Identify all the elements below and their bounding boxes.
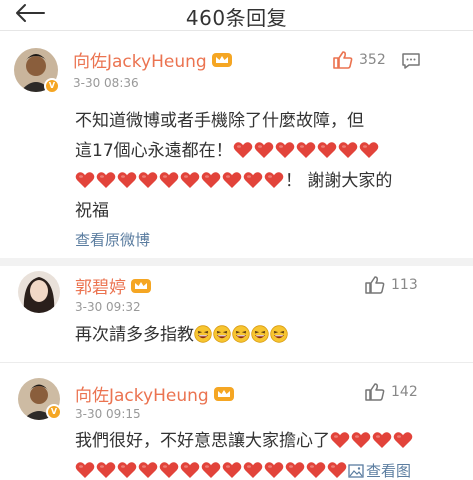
comment-text-part: 我們很好，不好意思讓大家擔心了 bbox=[75, 431, 330, 451]
like-count: 352 bbox=[359, 52, 386, 68]
comment-line: 再次請多多指教 bbox=[75, 320, 465, 350]
commenter-name[interactable]: 向佐JackyHeung bbox=[73, 47, 207, 72]
comment-text-part: ！ 謝謝大家的 bbox=[285, 171, 393, 191]
crown-icon bbox=[211, 52, 232, 67]
heart-emoji bbox=[338, 142, 357, 158]
comment-text: 再次請多多指教 bbox=[75, 320, 465, 350]
page-title: 460条回复 bbox=[185, 6, 288, 30]
heart-emoji bbox=[306, 462, 326, 478]
heart-emoji bbox=[75, 172, 95, 188]
comment-line: 查看图 bbox=[75, 456, 470, 480]
commenter-name[interactable]: 向佐JackyHeung bbox=[75, 381, 209, 406]
message-icon[interactable] bbox=[401, 52, 421, 70]
comment-time: 3-30 09:32 bbox=[75, 300, 141, 314]
heart-emoji bbox=[393, 432, 413, 448]
heart-emoji-group bbox=[75, 171, 285, 191]
heart-emoji bbox=[330, 432, 350, 448]
laughing-emoji bbox=[270, 325, 288, 343]
avatar[interactable] bbox=[18, 271, 60, 313]
like-count: 142 bbox=[391, 384, 418, 400]
comment-line: 不知道微博或者手機除了什麼故障，但 bbox=[75, 111, 364, 131]
heart-emoji bbox=[233, 142, 252, 158]
heart-emoji bbox=[180, 462, 200, 478]
heart-emoji bbox=[317, 142, 336, 158]
heart-emoji bbox=[180, 172, 200, 188]
comment-text: 不知道微博或者手機除了什麼故障，但 這17個心永遠都在！ ！ 謝謝大家的 祝福 bbox=[75, 106, 465, 226]
laughing-emoji bbox=[194, 325, 212, 343]
heart-emoji bbox=[138, 172, 158, 188]
image-icon bbox=[348, 464, 364, 478]
heart-emoji bbox=[243, 172, 263, 188]
thumbs-up-icon bbox=[333, 51, 353, 69]
view-image-link[interactable]: 查看图 bbox=[348, 461, 411, 480]
heart-emoji bbox=[201, 462, 221, 478]
heart-emoji bbox=[117, 462, 137, 478]
heart-emoji bbox=[96, 172, 116, 188]
heart-emoji bbox=[359, 142, 378, 158]
like-button[interactable]: 352 bbox=[333, 51, 386, 69]
view-image-label: 查看图 bbox=[366, 462, 412, 480]
top-bar: 460条回复 bbox=[0, 0, 473, 30]
laughing-emoji bbox=[251, 325, 269, 343]
heart-emoji bbox=[138, 462, 158, 478]
section-divider bbox=[0, 362, 473, 363]
like-button[interactable]: 113 bbox=[365, 276, 418, 294]
thumbs-up-icon bbox=[365, 276, 385, 294]
heart-emoji bbox=[351, 432, 371, 448]
heart-emoji bbox=[159, 172, 179, 188]
laughing-emoji bbox=[213, 325, 231, 343]
crown-icon bbox=[213, 386, 234, 401]
heart-emoji bbox=[75, 462, 95, 478]
heart-emoji bbox=[159, 462, 179, 478]
heart-emoji bbox=[117, 172, 137, 188]
header-divider bbox=[0, 30, 473, 31]
comment-text-part: 再次請多多指教 bbox=[75, 325, 194, 345]
laughing-emoji-group bbox=[194, 325, 289, 345]
heart-emoji bbox=[222, 462, 242, 478]
heart-emoji bbox=[96, 462, 116, 478]
heart-emoji bbox=[264, 462, 284, 478]
heart-emoji-group bbox=[330, 431, 414, 451]
comment-text: 我們很好，不好意思讓大家擔心了 查看图 bbox=[75, 426, 470, 480]
comment-text-part: 這17個心永遠都在！ bbox=[75, 141, 233, 161]
heart-emoji bbox=[327, 462, 347, 478]
section-divider bbox=[0, 258, 473, 266]
verified-v-icon: V bbox=[46, 404, 62, 420]
heart-emoji bbox=[254, 142, 273, 158]
commenter-name[interactable]: 郭碧婷 bbox=[75, 273, 126, 298]
thumbs-up-icon bbox=[365, 383, 385, 401]
heart-emoji bbox=[222, 172, 242, 188]
comment-time: 3-30 08:36 bbox=[73, 76, 139, 90]
heart-emoji bbox=[201, 172, 221, 188]
heart-emoji-group bbox=[75, 461, 348, 480]
heart-emoji-group bbox=[233, 141, 380, 161]
comment-line: 這17個心永遠都在！ bbox=[75, 136, 465, 166]
heart-emoji bbox=[296, 142, 315, 158]
comment-time: 3-30 09:15 bbox=[75, 407, 141, 421]
like-button[interactable]: 142 bbox=[365, 383, 418, 401]
heart-emoji bbox=[264, 172, 284, 188]
heart-emoji bbox=[285, 462, 305, 478]
verified-v-icon: V bbox=[44, 78, 60, 94]
view-original-weibo-link[interactable]: 查看原微博 bbox=[75, 229, 150, 250]
laughing-emoji bbox=[232, 325, 250, 343]
heart-emoji bbox=[243, 462, 263, 478]
comment-line: 祝福 bbox=[75, 201, 109, 221]
heart-emoji bbox=[275, 142, 294, 158]
heart-emoji bbox=[372, 432, 392, 448]
like-count: 113 bbox=[391, 277, 418, 293]
comment-line: 我們很好，不好意思讓大家擔心了 bbox=[75, 426, 470, 456]
comment-line: ！ 謝謝大家的 bbox=[75, 166, 465, 196]
crown-icon bbox=[131, 278, 151, 293]
